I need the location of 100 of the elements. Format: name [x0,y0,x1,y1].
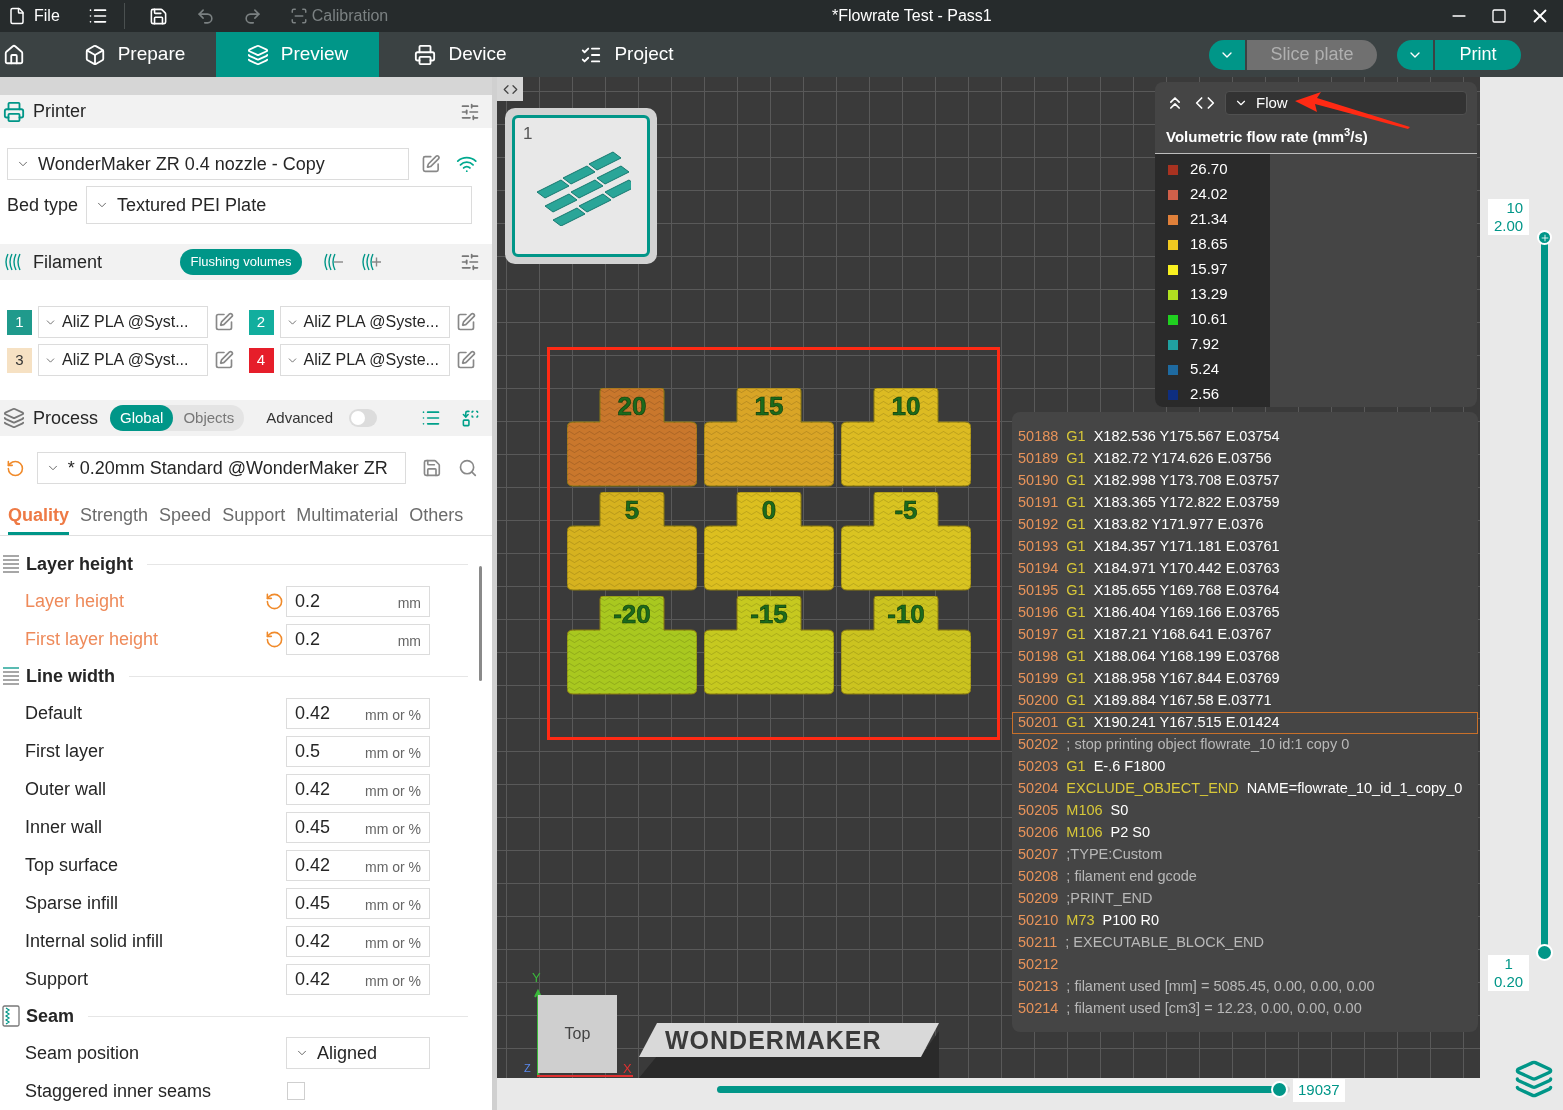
nav-tab[interactable]: Prepare [53,32,216,77]
gcode-line[interactable]: 50206 M106 P2 S0 [1012,822,1478,844]
line-number: 50203 [1018,757,1059,777]
process-preset-select[interactable]: * 0.20mm Standard @WonderMaker ZR [36,452,407,484]
menu-icon[interactable] [87,6,108,26]
number-field[interactable]: 0.42 mm or % [286,849,430,881]
flushing-volumes-button[interactable]: Flushing volumes [180,249,302,275]
settings-tab[interactable]: Multimaterial [296,502,399,535]
edit-icon[interactable] [214,312,234,332]
gcode-line[interactable]: 50188 G1 X182.536 Y175.567 E.03754 [1012,426,1478,448]
reset-icon[interactable] [265,629,284,649]
gcode-line[interactable]: 50208 ; filament end gcode [1012,866,1478,888]
settings-tab[interactable]: Speed [159,502,212,535]
select-field[interactable]: Aligned [286,1037,430,1069]
reset-icon[interactable] [6,458,25,478]
gcode-line[interactable]: 50195 G1 X185.655 Y169.768 E.03764 [1012,580,1478,602]
number-field[interactable]: 0.45 mm or % [286,887,430,919]
gcode-line[interactable]: 50214 ; filament used [cm3] = 12.23, 0.00, 0.00, 0.00 [1012,998,1478,1020]
number-field[interactable]: 0.2 mm [286,585,430,617]
legend-value: 15.97 [1190,259,1228,280]
gcode-line[interactable]: 50203 G1 E-.6 F1800 [1012,756,1478,778]
gcode-line[interactable]: 50212 [1012,954,1478,976]
save-icon[interactable] [148,6,168,26]
advanced-toggle[interactable] [349,409,377,427]
gcode-line[interactable]: 50196 G1 X186.404 Y169.166 E.03765 [1012,602,1478,624]
scope-tab[interactable]: Global [110,405,174,431]
field-label: Bed type [7,193,79,217]
view-type-select[interactable]: Flow [1225,91,1467,115]
bed-type-select[interactable]: Textured PEI Plate [86,186,473,224]
add-filament-icon[interactable] [359,252,382,272]
gcode-line[interactable]: 50197 G1 X187.21 Y168.641 E.03767 [1012,624,1478,646]
action-button[interactable]: Print [1435,39,1521,70]
settings-icon[interactable] [460,252,480,272]
plate-number: 1 [523,123,533,145]
legend-value: 21.34 [1190,209,1228,230]
filament-select[interactable]: AliZ PLA @Syst... [38,306,208,338]
remove-filament-icon[interactable] [321,252,344,272]
number-field[interactable]: 0.42 mm or % [286,925,430,957]
edit-icon[interactable] [214,350,234,370]
nav-tab[interactable]: Project [542,32,712,77]
nav-tab[interactable]: Preview [216,32,379,77]
layer-slider[interactable] [1536,228,1553,961]
gcode-line[interactable]: 50189 G1 X182.72 Y174.626 E.03756 [1012,448,1478,470]
checkbox[interactable] [287,1082,305,1100]
gcode-line[interactable]: 50205 M106 S0 [1012,800,1478,822]
gcode-line[interactable]: 50211 ; EXECUTABLE_BLOCK_END [1012,932,1478,954]
number-field[interactable]: 0.5 mm or % [286,735,430,767]
gcode-line[interactable]: 50198 G1 X188.064 Y168.199 E.03768 [1012,646,1478,668]
collapse-toggle[interactable] [497,77,523,101]
slider-thumb[interactable] [1537,230,1552,245]
setting-label: Default [25,701,83,725]
gcode-line[interactable]: 50194 G1 X184.971 Y170.442 E.03763 [1012,558,1478,580]
gcode-line[interactable]: 50207 ;TYPE:Custom [1012,844,1478,866]
settings-tab[interactable]: Strength [80,502,149,535]
slider-thumb[interactable] [1536,944,1553,961]
number-field[interactable]: 0.42 mm or % [286,773,430,805]
gcode-line[interactable]: 50202 ; stop printing object flowrate_10 id:1 copy 0 [1012,734,1478,756]
reset-icon[interactable] [265,591,284,611]
settings-tab[interactable]: Others [409,502,464,535]
gcode-line[interactable]: 50213 ; filament used [mm] = 5085.45, 0.00, 0.00, 0.00 [1012,976,1478,998]
filament-number: 3 [7,347,32,373]
gcode-line[interactable]: 50190 G1 X182.998 Y173.708 E.03757 [1012,470,1478,492]
dropdown-toggle[interactable] [1209,39,1245,70]
home-icon[interactable] [3,43,25,66]
search-icon[interactable] [458,458,478,478]
gcode-line[interactable]: 50200 G1 X189.884 Y167.58 E.03771 [1012,690,1478,712]
line-number: 50207 [1018,845,1059,865]
settings-tab[interactable]: Support [222,502,286,535]
replace-icon[interactable] [461,408,480,428]
scope-tab[interactable]: Objects [173,405,245,431]
gcode-line[interactable]: 50193 G1 X184.357 Y171.181 E.03761 [1012,536,1478,558]
gcode-line[interactable]: 50210 M73 P100 R0 [1012,910,1478,932]
edit-icon[interactable] [455,350,476,370]
edit-icon[interactable] [420,154,441,174]
layers-icon[interactable] [1514,1059,1554,1099]
number-field[interactable]: 0.42 mm or % [286,697,430,729]
plate-thumbnail[interactable]: 1 [505,108,657,264]
gcode-line[interactable]: 50191 G1 X183.365 Y172.822 E.03759 [1012,492,1478,514]
gcode-line[interactable]: 50209 ;PRINT_END [1012,888,1478,910]
list-icon[interactable] [421,408,441,428]
nav-tab[interactable]: Device [379,32,542,77]
scrollbar-thumb[interactable] [479,566,482,681]
settings-icon[interactable] [460,101,480,122]
filament-select[interactable]: AliZ PLA @Syste... [279,306,450,338]
number-field[interactable]: 0.2 mm [286,623,430,655]
file-menu[interactable]: File [0,0,68,32]
gcode-line[interactable]: 50199 G1 X188.958 Y167.844 E.03769 [1012,668,1478,690]
filament-select[interactable]: AliZ PLA @Syst... [38,344,208,376]
number-field[interactable]: 0.42 mm or % [286,963,430,995]
printer-select[interactable]: WonderMaker ZR 0.4 nozzle - Copy [7,148,409,180]
line-number: 50191 [1018,493,1059,513]
gcode-line[interactable]: 50204 EXCLUDE_OBJECT_END NAME=flowrate_10_id_1_copy_0 [1012,778,1478,800]
view-cube[interactable]: Top [538,995,617,1073]
number-field[interactable]: 0.45 mm or % [286,811,430,843]
slider-thumb[interactable] [1270,1081,1288,1098]
maximize-icon[interactable] [1491,8,1507,24]
filament-select[interactable]: AliZ PLA @Syste... [279,344,450,376]
gcode-line[interactable]: 50192 G1 X183.82 Y171.977 E.0376 [1012,514,1478,536]
edit-icon[interactable] [455,312,476,332]
dropdown-toggle[interactable] [1397,39,1433,70]
